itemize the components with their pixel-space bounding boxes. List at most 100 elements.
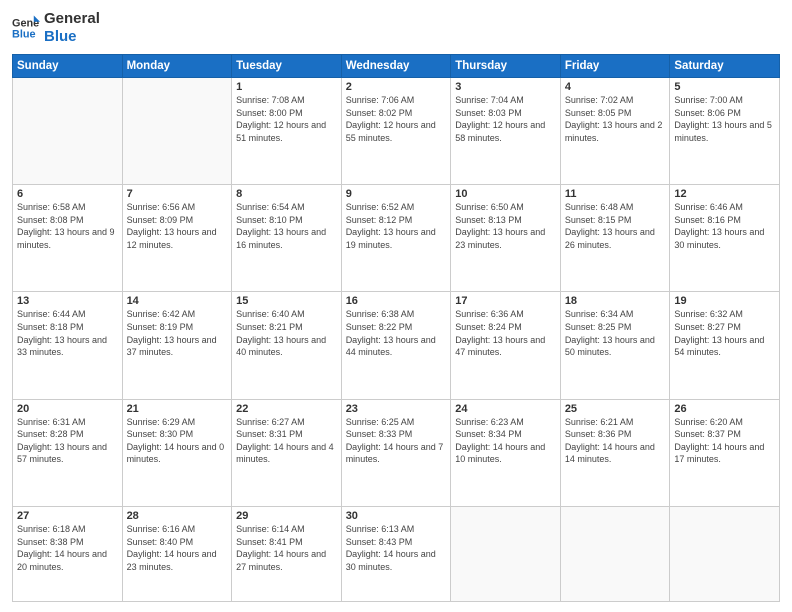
day-number: 15 — [236, 295, 337, 307]
calendar-cell: 11Sunrise: 6:48 AM Sunset: 8:15 PM Dayli… — [560, 185, 670, 292]
calendar-cell: 3Sunrise: 7:04 AM Sunset: 8:03 PM Daylig… — [451, 78, 561, 185]
day-info: Sunrise: 6:36 AM Sunset: 8:24 PM Dayligh… — [455, 308, 556, 358]
day-info: Sunrise: 6:25 AM Sunset: 8:33 PM Dayligh… — [346, 416, 447, 466]
day-info: Sunrise: 6:27 AM Sunset: 8:31 PM Dayligh… — [236, 416, 337, 466]
day-number: 27 — [17, 510, 118, 522]
col-header-thursday: Thursday — [451, 55, 561, 78]
day-number: 23 — [346, 403, 447, 415]
day-number: 10 — [455, 188, 556, 200]
calendar-cell: 9Sunrise: 6:52 AM Sunset: 8:12 PM Daylig… — [341, 185, 451, 292]
day-number: 19 — [674, 295, 775, 307]
calendar-cell: 13Sunrise: 6:44 AM Sunset: 8:18 PM Dayli… — [13, 292, 123, 399]
day-number: 11 — [565, 188, 666, 200]
calendar-cell: 20Sunrise: 6:31 AM Sunset: 8:28 PM Dayli… — [13, 399, 123, 506]
day-info: Sunrise: 7:08 AM Sunset: 8:00 PM Dayligh… — [236, 94, 337, 144]
day-number: 8 — [236, 188, 337, 200]
col-header-wednesday: Wednesday — [341, 55, 451, 78]
day-info: Sunrise: 6:44 AM Sunset: 8:18 PM Dayligh… — [17, 308, 118, 358]
day-number: 6 — [17, 188, 118, 200]
day-number: 21 — [127, 403, 228, 415]
calendar-cell: 10Sunrise: 6:50 AM Sunset: 8:13 PM Dayli… — [451, 185, 561, 292]
calendar-cell: 25Sunrise: 6:21 AM Sunset: 8:36 PM Dayli… — [560, 399, 670, 506]
svg-text:Blue: Blue — [12, 28, 36, 40]
calendar-cell: 18Sunrise: 6:34 AM Sunset: 8:25 PM Dayli… — [560, 292, 670, 399]
day-info: Sunrise: 6:16 AM Sunset: 8:40 PM Dayligh… — [127, 523, 228, 573]
day-info: Sunrise: 6:50 AM Sunset: 8:13 PM Dayligh… — [455, 201, 556, 251]
calendar-cell: 15Sunrise: 6:40 AM Sunset: 8:21 PM Dayli… — [232, 292, 342, 399]
col-header-saturday: Saturday — [670, 55, 780, 78]
day-info: Sunrise: 6:34 AM Sunset: 8:25 PM Dayligh… — [565, 308, 666, 358]
day-number: 28 — [127, 510, 228, 522]
calendar-cell: 23Sunrise: 6:25 AM Sunset: 8:33 PM Dayli… — [341, 399, 451, 506]
day-number: 29 — [236, 510, 337, 522]
day-info: Sunrise: 7:04 AM Sunset: 8:03 PM Dayligh… — [455, 94, 556, 144]
day-info: Sunrise: 6:40 AM Sunset: 8:21 PM Dayligh… — [236, 308, 337, 358]
calendar-cell: 26Sunrise: 6:20 AM Sunset: 8:37 PM Dayli… — [670, 399, 780, 506]
day-info: Sunrise: 6:14 AM Sunset: 8:41 PM Dayligh… — [236, 523, 337, 573]
calendar-cell — [451, 506, 561, 601]
calendar-cell: 19Sunrise: 6:32 AM Sunset: 8:27 PM Dayli… — [670, 292, 780, 399]
day-number: 25 — [565, 403, 666, 415]
calendar-cell: 22Sunrise: 6:27 AM Sunset: 8:31 PM Dayli… — [232, 399, 342, 506]
day-info: Sunrise: 6:42 AM Sunset: 8:19 PM Dayligh… — [127, 308, 228, 358]
day-number: 14 — [127, 295, 228, 307]
day-number: 30 — [346, 510, 447, 522]
day-info: Sunrise: 6:21 AM Sunset: 8:36 PM Dayligh… — [565, 416, 666, 466]
calendar-cell — [670, 506, 780, 601]
calendar-cell: 28Sunrise: 6:16 AM Sunset: 8:40 PM Dayli… — [122, 506, 232, 601]
calendar-cell: 29Sunrise: 6:14 AM Sunset: 8:41 PM Dayli… — [232, 506, 342, 601]
day-number: 18 — [565, 295, 666, 307]
day-info: Sunrise: 6:31 AM Sunset: 8:28 PM Dayligh… — [17, 416, 118, 466]
day-info: Sunrise: 6:13 AM Sunset: 8:43 PM Dayligh… — [346, 523, 447, 573]
col-header-friday: Friday — [560, 55, 670, 78]
day-number: 13 — [17, 295, 118, 307]
calendar-cell: 17Sunrise: 6:36 AM Sunset: 8:24 PM Dayli… — [451, 292, 561, 399]
header: General Blue General Blue — [12, 10, 780, 46]
calendar-cell: 2Sunrise: 7:06 AM Sunset: 8:02 PM Daylig… — [341, 78, 451, 185]
logo: General Blue General Blue — [12, 10, 100, 46]
calendar-cell — [560, 506, 670, 601]
calendar-cell: 24Sunrise: 6:23 AM Sunset: 8:34 PM Dayli… — [451, 399, 561, 506]
calendar-cell: 6Sunrise: 6:58 AM Sunset: 8:08 PM Daylig… — [13, 185, 123, 292]
day-info: Sunrise: 6:29 AM Sunset: 8:30 PM Dayligh… — [127, 416, 228, 466]
day-number: 26 — [674, 403, 775, 415]
calendar-cell: 21Sunrise: 6:29 AM Sunset: 8:30 PM Dayli… — [122, 399, 232, 506]
day-info: Sunrise: 6:32 AM Sunset: 8:27 PM Dayligh… — [674, 308, 775, 358]
day-info: Sunrise: 6:54 AM Sunset: 8:10 PM Dayligh… — [236, 201, 337, 251]
calendar-cell: 7Sunrise: 6:56 AM Sunset: 8:09 PM Daylig… — [122, 185, 232, 292]
day-info: Sunrise: 6:18 AM Sunset: 8:38 PM Dayligh… — [17, 523, 118, 573]
day-number: 5 — [674, 81, 775, 93]
calendar-cell: 27Sunrise: 6:18 AM Sunset: 8:38 PM Dayli… — [13, 506, 123, 601]
calendar-cell: 4Sunrise: 7:02 AM Sunset: 8:05 PM Daylig… — [560, 78, 670, 185]
calendar-cell — [122, 78, 232, 185]
day-info: Sunrise: 6:38 AM Sunset: 8:22 PM Dayligh… — [346, 308, 447, 358]
day-number: 3 — [455, 81, 556, 93]
col-header-sunday: Sunday — [13, 55, 123, 78]
day-info: Sunrise: 6:52 AM Sunset: 8:12 PM Dayligh… — [346, 201, 447, 251]
day-number: 7 — [127, 188, 228, 200]
day-number: 9 — [346, 188, 447, 200]
day-info: Sunrise: 6:46 AM Sunset: 8:16 PM Dayligh… — [674, 201, 775, 251]
col-header-tuesday: Tuesday — [232, 55, 342, 78]
calendar-cell: 1Sunrise: 7:08 AM Sunset: 8:00 PM Daylig… — [232, 78, 342, 185]
day-number: 1 — [236, 81, 337, 93]
day-info: Sunrise: 6:20 AM Sunset: 8:37 PM Dayligh… — [674, 416, 775, 466]
day-number: 17 — [455, 295, 556, 307]
calendar-table: SundayMondayTuesdayWednesdayThursdayFrid… — [12, 54, 780, 602]
day-number: 20 — [17, 403, 118, 415]
calendar-cell: 8Sunrise: 6:54 AM Sunset: 8:10 PM Daylig… — [232, 185, 342, 292]
day-header-row: SundayMondayTuesdayWednesdayThursdayFrid… — [13, 55, 780, 78]
calendar-cell: 12Sunrise: 6:46 AM Sunset: 8:16 PM Dayli… — [670, 185, 780, 292]
logo-icon: General Blue — [12, 14, 40, 42]
day-number: 12 — [674, 188, 775, 200]
day-number: 2 — [346, 81, 447, 93]
calendar-cell: 5Sunrise: 7:00 AM Sunset: 8:06 PM Daylig… — [670, 78, 780, 185]
day-number: 16 — [346, 295, 447, 307]
day-info: Sunrise: 6:48 AM Sunset: 8:15 PM Dayligh… — [565, 201, 666, 251]
day-info: Sunrise: 7:06 AM Sunset: 8:02 PM Dayligh… — [346, 94, 447, 144]
calendar-cell: 14Sunrise: 6:42 AM Sunset: 8:19 PM Dayli… — [122, 292, 232, 399]
calendar-cell: 30Sunrise: 6:13 AM Sunset: 8:43 PM Dayli… — [341, 506, 451, 601]
day-info: Sunrise: 7:02 AM Sunset: 8:05 PM Dayligh… — [565, 94, 666, 144]
calendar-cell: 16Sunrise: 6:38 AM Sunset: 8:22 PM Dayli… — [341, 292, 451, 399]
day-info: Sunrise: 6:56 AM Sunset: 8:09 PM Dayligh… — [127, 201, 228, 251]
